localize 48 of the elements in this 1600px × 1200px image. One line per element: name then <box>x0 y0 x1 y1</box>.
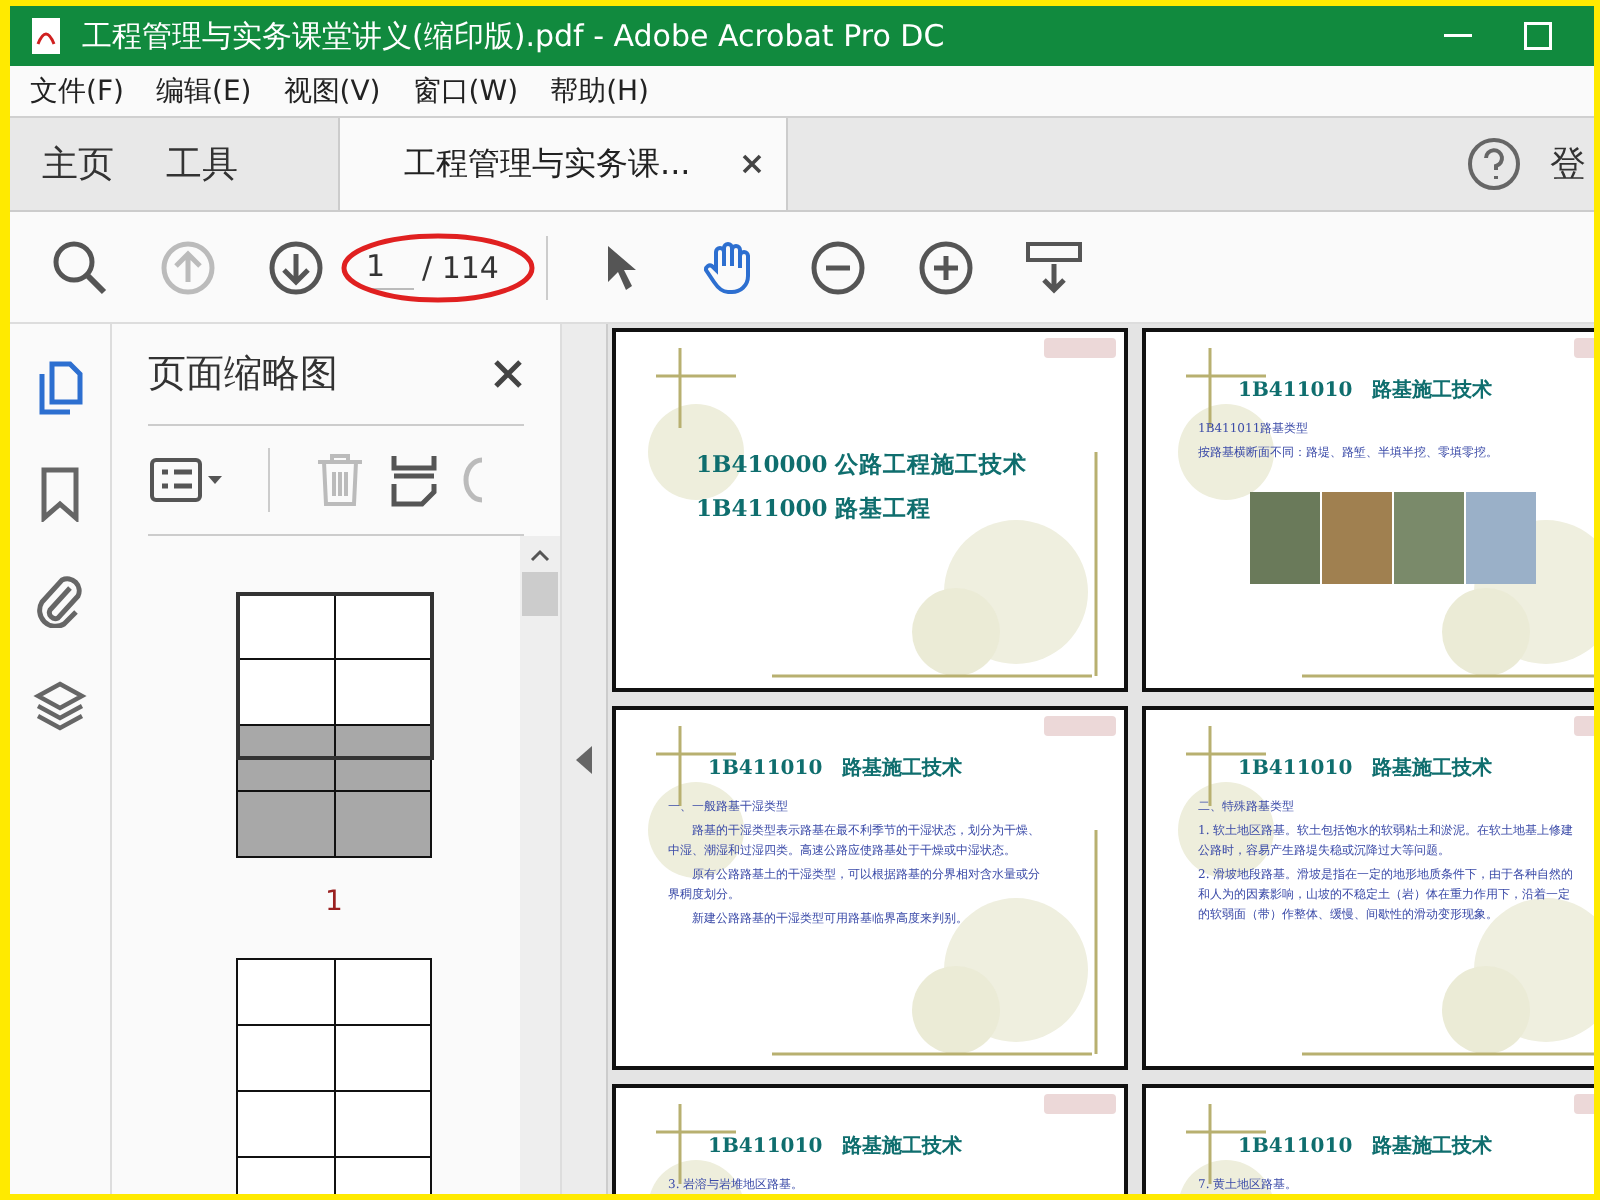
pdf-file-icon <box>26 16 66 56</box>
pages-icon <box>36 360 84 416</box>
menu-item[interactable]: 编辑(E) <box>143 73 264 109</box>
photo-placeholder <box>1322 492 1392 584</box>
photo-placeholder <box>1394 492 1464 584</box>
account-label[interactable]: 登 <box>1550 140 1586 188</box>
slide-heading: 1B411010 路基施工技术 <box>708 755 965 782</box>
menu-item[interactable]: 帮助(H) <box>538 73 662 109</box>
publisher-logo <box>1044 1094 1116 1114</box>
bookmark-panel-button[interactable] <box>40 466 80 528</box>
publisher-logo <box>1044 716 1116 736</box>
layers-icon <box>32 678 88 734</box>
minimize-icon[interactable] <box>1444 34 1472 38</box>
photo-placeholder <box>1250 492 1320 584</box>
page-thumbnail[interactable] <box>236 958 432 1194</box>
slide-title: 1B411000 路基工程 <box>696 492 934 526</box>
close-icon[interactable] <box>742 154 762 174</box>
slide-heading: 1B411010 路基施工技术 <box>1238 755 1495 782</box>
page-total: / 114 <box>422 249 499 285</box>
scroll-up-icon[interactable] <box>530 548 550 564</box>
window-title: 工程管理与实务课堂讲义(缩印版).pdf - Adobe Acrobat Pro DC <box>82 17 947 55</box>
options-menu-icon[interactable] <box>148 456 224 504</box>
menu-item[interactable]: 文件(F) <box>18 73 136 109</box>
photo-placeholder <box>1466 492 1536 584</box>
page-thumbnail[interactable] <box>236 592 432 858</box>
arrow-pointer-icon <box>604 241 640 293</box>
document-tab[interactable]: 工程管理与实务课... <box>338 118 788 210</box>
close-icon[interactable] <box>492 358 524 390</box>
scroll-thumb[interactable] <box>522 572 558 616</box>
slide-title: 1B410000 公路工程施工技术 <box>696 448 1030 482</box>
page-number-field[interactable]: 1 <box>366 244 414 290</box>
attachment-panel-button[interactable] <box>34 572 86 634</box>
menu-item[interactable]: 窗口(W) <box>400 73 531 109</box>
scrollbar[interactable] <box>520 536 560 1194</box>
publisher-logo <box>1044 338 1116 358</box>
slide-heading: 1B411010 路基施工技术 <box>708 1133 965 1160</box>
maximize-icon[interactable] <box>1524 22 1552 50</box>
slide-heading: 1B411010 路基施工技术 <box>1238 1133 1495 1160</box>
collapse-arrow-icon[interactable] <box>576 745 592 773</box>
panel-title: 页面缩略图 <box>148 350 338 400</box>
nav-tab[interactable]: 主页 <box>22 118 134 210</box>
paperclip-icon <box>34 572 86 628</box>
bookmark-icon <box>40 466 80 522</box>
insert-page-icon[interactable] <box>390 452 438 508</box>
thumbnail-label: 1 <box>325 886 343 918</box>
menu-item[interactable]: 视图(V) <box>271 73 393 109</box>
slide-heading: 1B411010 路基施工技术 <box>1238 377 1495 404</box>
nav-tab[interactable]: 工具 <box>146 118 258 210</box>
